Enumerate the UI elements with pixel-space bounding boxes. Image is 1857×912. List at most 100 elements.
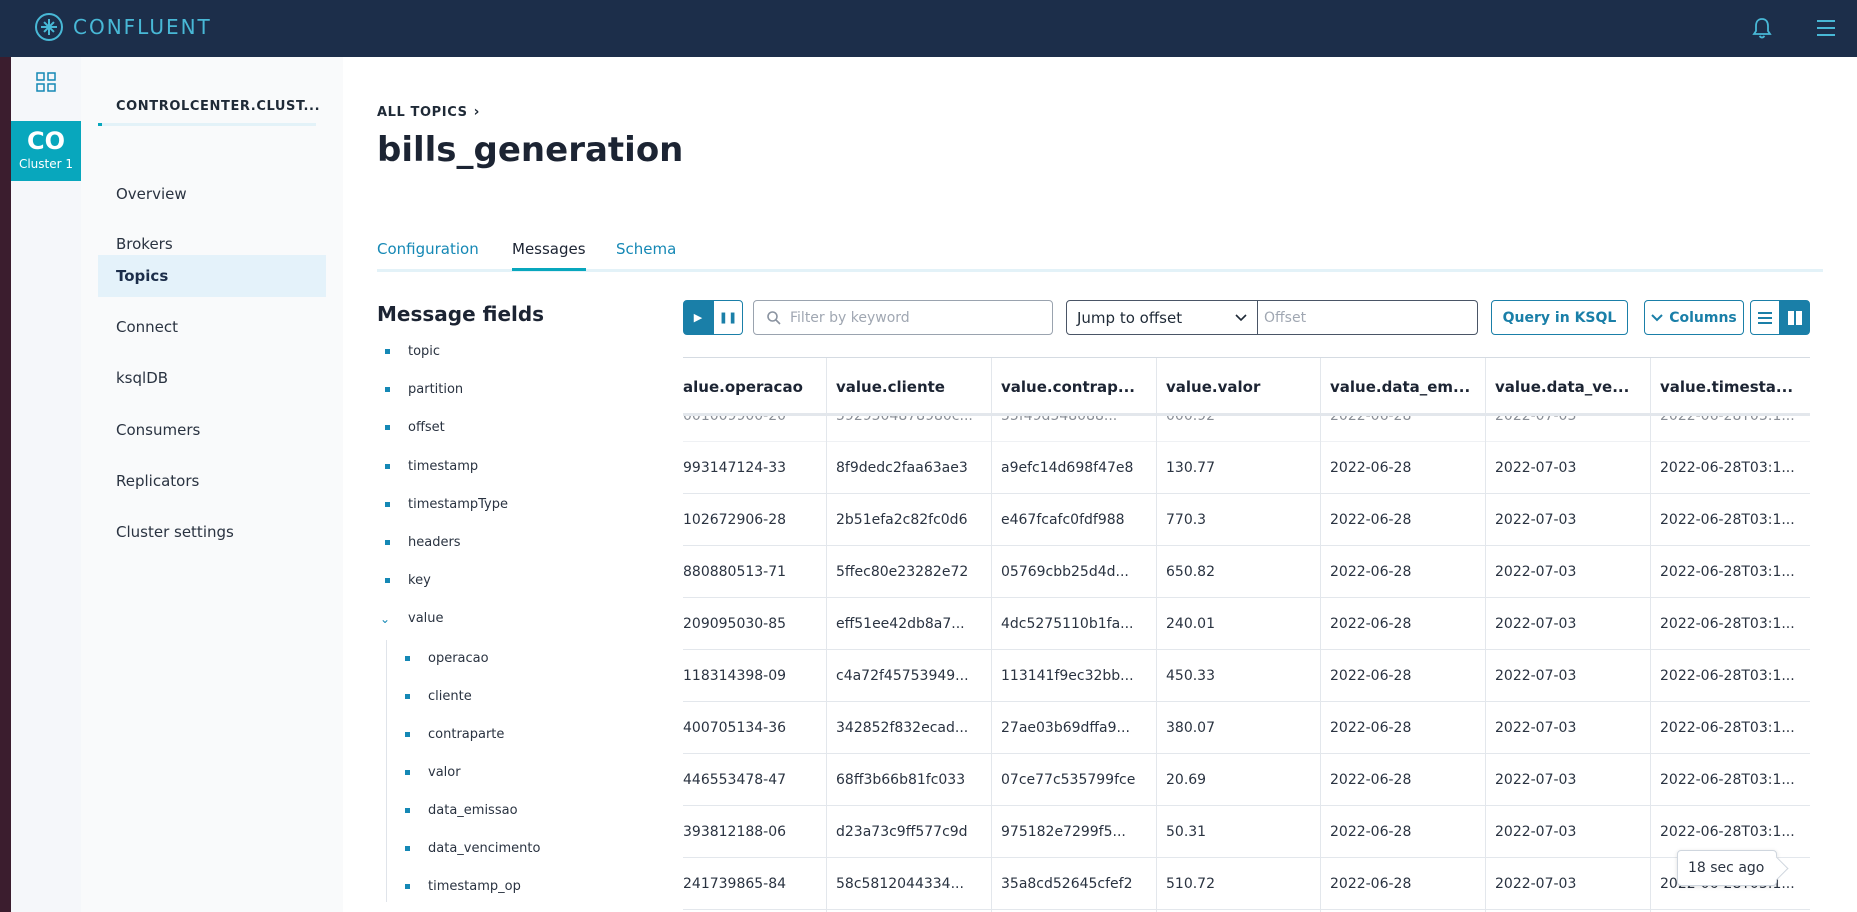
card-view-button[interactable] bbox=[1780, 300, 1810, 335]
column-header[interactable]: value.valor bbox=[1156, 358, 1320, 416]
table-cell: 27ae03b69dffa9... bbox=[991, 702, 1156, 754]
query-in-ksql-button[interactable]: Query in KSQL bbox=[1491, 300, 1628, 335]
column-header[interactable]: value.data_em... bbox=[1320, 358, 1485, 416]
breadcrumb[interactable]: ALL TOPICS › bbox=[377, 104, 480, 120]
table-cell-value: 2022-06-28 bbox=[1330, 824, 1412, 840]
column-header[interactable]: alue.operacao bbox=[683, 358, 826, 416]
message-field-value-data-vencimento[interactable]: data_vencimento bbox=[405, 841, 540, 856]
table-cell: 2022-06-28 bbox=[1320, 494, 1485, 546]
table-row[interactable]: 880880513-71 5ffec80e23282e72 05769cbb25d4… bbox=[683, 546, 1810, 598]
table-cell-value: 380.07 bbox=[1166, 720, 1215, 736]
table-cell-value: 20.69 bbox=[1166, 772, 1207, 788]
column-header[interactable]: value.timesta... bbox=[1650, 358, 1810, 416]
table-row[interactable]: 993147124-33 8f9dedc2faa63ae3 a9efc14d698f… bbox=[683, 442, 1810, 494]
list-view-button[interactable] bbox=[1750, 300, 1780, 335]
sidebar-item-replicators[interactable]: Replicators bbox=[98, 460, 326, 502]
sidebar-item-overview[interactable]: Overview bbox=[98, 173, 326, 215]
offset-input[interactable] bbox=[1258, 300, 1478, 335]
table-cell: 2022-06-28T03:1... bbox=[1650, 650, 1810, 702]
table-row[interactable]: 241739865-84 58c5812044334... 35a8cd52645c… bbox=[683, 858, 1810, 910]
message-field-value-timestamp-op[interactable]: timestamp_op bbox=[405, 879, 521, 894]
message-field-timestamptype[interactable]: timestampType bbox=[385, 497, 508, 512]
message-field-label: data_vencimento bbox=[428, 841, 541, 856]
sidebar-item-ksqldb[interactable]: ksqlDB bbox=[98, 357, 326, 399]
message-field-timestamp[interactable]: timestamp bbox=[385, 459, 478, 474]
message-field-key[interactable]: key bbox=[385, 573, 431, 588]
field-bullet bbox=[405, 884, 410, 889]
table-cell: 118314398-09 bbox=[683, 650, 826, 702]
cluster-name: Cluster 1 bbox=[18, 157, 74, 171]
sidebar-item-topics[interactable]: Topics bbox=[98, 255, 326, 297]
column-header[interactable]: value.cliente bbox=[826, 358, 991, 416]
play-button[interactable]: ▶ bbox=[683, 300, 713, 335]
column-header[interactable]: value.contrap... bbox=[991, 358, 1156, 416]
tab-messages[interactable]: Messages bbox=[512, 240, 586, 271]
tab-configuration[interactable]: Configuration bbox=[377, 240, 479, 268]
jump-to-offset-select[interactable]: Jump to offset bbox=[1066, 300, 1258, 335]
table-row[interactable]: 209095030-85 eff51ee42db8a7... 4dc5275110b… bbox=[683, 598, 1810, 650]
column-header-label: alue.operacao bbox=[683, 378, 803, 396]
table-row[interactable]: 118314398-09 c4a72f45753949... 113141f9ec3… bbox=[683, 650, 1810, 702]
table-header: alue.operacao value.cliente value.contrap.… bbox=[683, 358, 1810, 416]
column-header[interactable]: value.data_ve... bbox=[1485, 358, 1650, 416]
table-cell: e467fcafc0fdf988 bbox=[991, 494, 1156, 546]
table-cell-value: 650.82 bbox=[1166, 564, 1215, 580]
confluent-logo[interactable]: CONFLUENT bbox=[35, 13, 212, 41]
message-field-value[interactable]: ⌄ value bbox=[380, 611, 444, 626]
table-cell: 2022-06-28T03:1... bbox=[1650, 754, 1810, 806]
table-row[interactable]: 102672906-28 2b51efa2c82fc0d6 e467fcafc0fd… bbox=[683, 494, 1810, 546]
table-cell-value: 241739865-84 bbox=[683, 876, 787, 892]
table-row[interactable]: 400705134-36 342852f832ecad... 27ae03b69df… bbox=[683, 702, 1810, 754]
breadcrumb-all-topics[interactable]: ALL TOPICS bbox=[377, 105, 468, 120]
table-cell: 2022-06-28T03:1... bbox=[1650, 494, 1810, 546]
message-field-label: timestamp bbox=[408, 459, 479, 474]
column-divider bbox=[1320, 358, 1321, 912]
message-field-offset[interactable]: offset bbox=[385, 420, 445, 435]
bell-icon[interactable] bbox=[1748, 14, 1776, 42]
message-field-partition[interactable]: partition bbox=[385, 382, 463, 397]
table-cell: 68ff3b66b81fc033 bbox=[826, 754, 991, 806]
table-cell-value: 102672906-28 bbox=[683, 512, 787, 528]
table-cell-value: 2022-07-03 bbox=[1495, 668, 1577, 684]
chevron-down-icon bbox=[1651, 313, 1663, 321]
filter-keyword-input[interactable] bbox=[790, 309, 1030, 326]
table-cell: 35a8cd52645cfef2 bbox=[991, 858, 1156, 910]
message-field-headers[interactable]: headers bbox=[385, 535, 461, 550]
columns-button[interactable]: Columns bbox=[1644, 300, 1744, 335]
tab-schema[interactable]: Schema bbox=[616, 240, 676, 268]
chevron-down-icon[interactable]: ⌄ bbox=[380, 612, 394, 626]
sidebar-item-consumers[interactable]: Consumers bbox=[98, 409, 326, 451]
table-cell: 2022-07-03 bbox=[1485, 494, 1650, 546]
column-divider bbox=[1485, 358, 1486, 912]
message-field-value-valor[interactable]: valor bbox=[405, 765, 461, 780]
pause-button[interactable]: ❚❚ bbox=[713, 300, 743, 335]
field-bullet bbox=[405, 694, 410, 699]
tab-bar: Configuration Messages Schema bbox=[377, 240, 1823, 272]
message-field-value-data-emissao[interactable]: data_emissao bbox=[405, 803, 518, 818]
column-header-label: value.timesta... bbox=[1660, 378, 1794, 396]
cluster-badge[interactable]: CO Cluster 1 bbox=[11, 121, 81, 181]
clusters-grid-icon[interactable] bbox=[35, 71, 57, 93]
message-fields-title: Message fields bbox=[377, 302, 545, 326]
table-row[interactable]: 393812188-06 d23a73c9ff577c9d 975182e7299f… bbox=[683, 806, 1810, 858]
table-cell-value: 446553478-47 bbox=[683, 772, 787, 788]
brand-name: CONFLUENT bbox=[73, 15, 212, 39]
table-cell: 2022-06-28T03:1... bbox=[1650, 598, 1810, 650]
table-row[interactable]: 446553478-47 68ff3b66b81fc033 07ce77c53579… bbox=[683, 754, 1810, 806]
table-cell: 2022-06-28 bbox=[1320, 650, 1485, 702]
sidebar-item-cluster-settings[interactable]: Cluster settings bbox=[98, 511, 326, 553]
table-cell: 2022-07-03 bbox=[1485, 598, 1650, 650]
message-field-topic[interactable]: topic bbox=[385, 344, 440, 359]
sidebar-item-connect[interactable]: Connect bbox=[98, 306, 326, 348]
message-field-value-contraparte[interactable]: contraparte bbox=[405, 727, 504, 742]
menu-icon[interactable] bbox=[1812, 14, 1840, 42]
message-field-value-cliente[interactable]: cliente bbox=[405, 689, 472, 704]
table-cell-value: 2022-06-28T03:1... bbox=[1660, 564, 1795, 580]
table-cell: 20.69 bbox=[1156, 754, 1320, 806]
table-cell: d23a73c9ff577c9d bbox=[826, 806, 991, 858]
table-cell: 50.31 bbox=[1156, 806, 1320, 858]
table-cell-value: 2022-06-28T03:1... bbox=[1660, 772, 1795, 788]
search-icon bbox=[767, 310, 781, 325]
message-field-value-operacao[interactable]: operacao bbox=[405, 651, 489, 666]
table-cell-value: 2022-06-28 bbox=[1330, 772, 1412, 788]
